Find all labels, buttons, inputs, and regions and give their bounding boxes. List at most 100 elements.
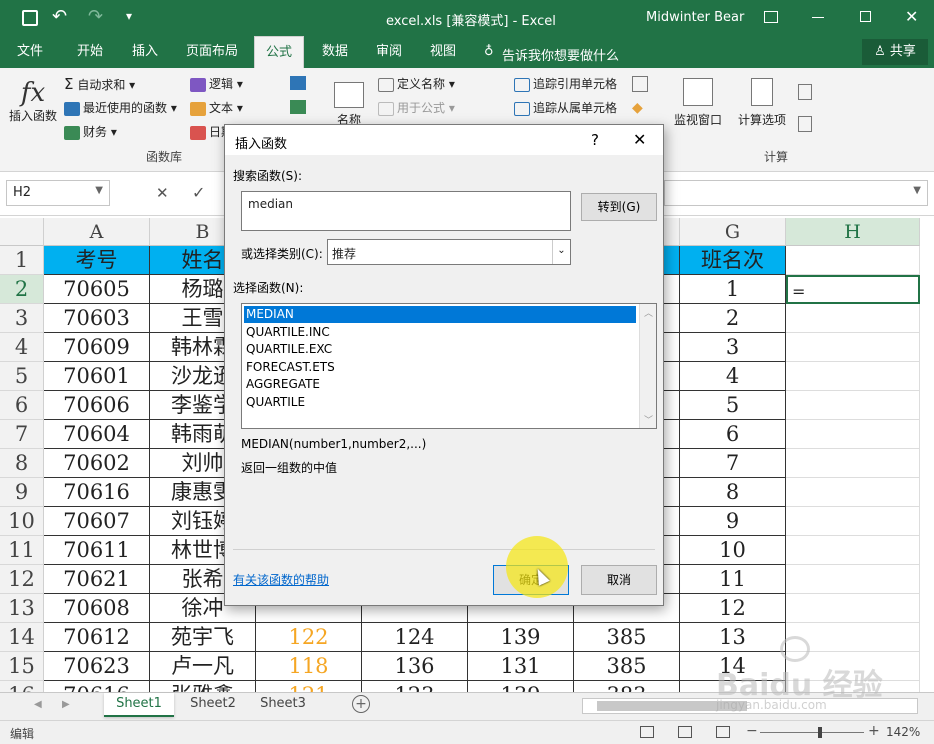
cell[interactable]: 70602 <box>44 449 150 478</box>
goto-button[interactable]: 转到(G) <box>581 193 657 221</box>
zoom-out-icon[interactable]: − <box>746 723 758 739</box>
scroll-right-icon[interactable]: ▶ <box>62 699 70 710</box>
row-header-10[interactable]: 10 <box>0 507 44 536</box>
cell[interactable]: 2 <box>680 304 786 333</box>
math-icon[interactable] <box>290 100 306 114</box>
row-header-14[interactable]: 14 <box>0 623 44 652</box>
watch-window-button[interactable]: 监视窗口 <box>674 78 722 128</box>
cell[interactable]: 70612 <box>44 623 150 652</box>
cell[interactable]: 70609 <box>44 333 150 362</box>
save-icon[interactable] <box>22 10 38 26</box>
cell[interactable]: 8 <box>680 478 786 507</box>
page-break-view-icon[interactable] <box>716 726 730 738</box>
cell[interactable]: 卢一凡 <box>150 652 256 681</box>
cell[interactable]: 139 <box>468 623 574 652</box>
undo-icon[interactable]: ↶ <box>52 6 67 27</box>
use-in-formula-button[interactable]: 用于公式 ▾ <box>378 100 455 116</box>
cell[interactable] <box>786 449 920 478</box>
tab-file[interactable]: 文件 <box>8 36 52 68</box>
cell[interactable]: 1 <box>680 275 786 304</box>
function-list-item[interactable]: FORECAST.ETS <box>244 359 636 376</box>
tab-data[interactable]: 数据 <box>312 36 358 68</box>
calc-sheet-icon[interactable] <box>798 116 812 132</box>
tab-page-layout[interactable]: 页面布局 <box>178 36 246 68</box>
cell[interactable]: 131 <box>468 652 574 681</box>
cell[interactable]: 70601 <box>44 362 150 391</box>
help-button[interactable]: ? <box>591 131 599 149</box>
cell[interactable] <box>786 507 920 536</box>
cell[interactable]: 3 <box>680 333 786 362</box>
column-header-g[interactable]: G <box>680 218 786 246</box>
row-header-2[interactable]: 2 <box>0 275 44 304</box>
tab-review[interactable]: 审阅 <box>366 36 412 68</box>
cell[interactable] <box>786 565 920 594</box>
row-header-12[interactable]: 12 <box>0 565 44 594</box>
minimize-icon[interactable] <box>812 17 824 18</box>
page-layout-view-icon[interactable] <box>678 726 692 738</box>
cell[interactable]: 苑宇飞 <box>150 623 256 652</box>
cell[interactable]: 70616 <box>44 478 150 507</box>
tab-view[interactable]: 视图 <box>420 36 466 68</box>
cell[interactable]: 6 <box>680 420 786 449</box>
cell[interactable]: 118 <box>256 652 362 681</box>
define-name-button[interactable]: 定义名称 ▾ <box>378 76 455 92</box>
cell[interactable] <box>786 362 920 391</box>
name-manager-button[interactable]: 名称 <box>334 82 364 128</box>
cell[interactable]: 12 <box>680 594 786 623</box>
cell[interactable]: 70621 <box>44 565 150 594</box>
new-sheet-icon[interactable]: + <box>352 695 370 713</box>
cell[interactable]: 70623 <box>44 652 150 681</box>
row-header-3[interactable]: 3 <box>0 304 44 333</box>
share-button[interactable]: ♙ 共享 <box>862 39 928 65</box>
cell[interactable]: 122 <box>256 623 362 652</box>
sheet-tab-1[interactable]: Sheet1 <box>104 693 174 717</box>
scroll-left-icon[interactable]: ◀ <box>34 699 42 710</box>
help-link[interactable]: 有关该函数的帮助 <box>233 571 329 588</box>
cell[interactable] <box>786 478 920 507</box>
close-icon[interactable]: ✕ <box>633 130 646 149</box>
function-list-item[interactable]: AGGREGATE <box>244 376 636 393</box>
autosum-button[interactable]: Σ 自动求和 ▾ <box>64 76 135 93</box>
zoom-slider[interactable] <box>760 727 864 738</box>
cell[interactable]: 7 <box>680 449 786 478</box>
row-header-11[interactable]: 11 <box>0 536 44 565</box>
select-all-corner[interactable] <box>0 218 44 246</box>
maximize-icon[interactable] <box>860 11 871 22</box>
cancel-entry-icon[interactable]: ✕ <box>156 184 169 202</box>
scroll-up-icon[interactable]: ︿ <box>644 306 653 319</box>
row-header-4[interactable]: 4 <box>0 333 44 362</box>
logical-button[interactable]: 逻辑 ▾ <box>190 76 243 92</box>
trace-precedents-button[interactable]: 追踪引用单元格 <box>514 76 617 92</box>
cell[interactable]: 124 <box>362 623 468 652</box>
cancel-button[interactable]: 取消 <box>581 565 657 595</box>
tab-formulas[interactable]: 公式 <box>254 36 304 68</box>
cell[interactable]: 385 <box>574 623 680 652</box>
row-header-8[interactable]: 8 <box>0 449 44 478</box>
insert-function-button[interactable]: fx 插入函数 <box>6 78 60 124</box>
cell[interactable]: 70606 <box>44 391 150 420</box>
close-window-icon[interactable]: ✕ <box>905 7 918 26</box>
row-header-7[interactable]: 7 <box>0 420 44 449</box>
cell[interactable]: 70604 <box>44 420 150 449</box>
function-list-item[interactable]: QUARTILE <box>244 394 636 411</box>
cell[interactable]: 9 <box>680 507 786 536</box>
show-formulas-icon[interactable] <box>632 76 648 92</box>
scroll-down-icon[interactable]: ﹀ <box>644 413 653 426</box>
error-check-icon[interactable]: ◆ <box>632 100 643 116</box>
function-list-item[interactable]: MEDIAN <box>244 306 636 323</box>
calc-now-icon[interactable] <box>798 84 812 100</box>
list-scrollbar[interactable]: ︿ ﹀ <box>639 304 656 428</box>
cell[interactable] <box>786 246 920 275</box>
function-list[interactable]: ︿ ﹀ MEDIAN QUARTILE.INC QUARTILE.EXC FORECA… <box>241 303 657 429</box>
row-header-1[interactable]: 1 <box>0 246 44 275</box>
customize-qat-icon[interactable]: ▾ <box>126 9 132 23</box>
normal-view-icon[interactable] <box>640 726 654 738</box>
cell[interactable] <box>786 333 920 362</box>
formula-input[interactable]: ▼ <box>664 180 928 206</box>
row-header-13[interactable]: 13 <box>0 594 44 623</box>
lookup-icon[interactable] <box>290 76 306 90</box>
cell[interactable] <box>786 536 920 565</box>
function-list-item[interactable]: QUARTILE.EXC <box>244 341 636 358</box>
active-cell-h2[interactable]: = <box>786 275 920 304</box>
cell[interactable] <box>786 594 920 623</box>
